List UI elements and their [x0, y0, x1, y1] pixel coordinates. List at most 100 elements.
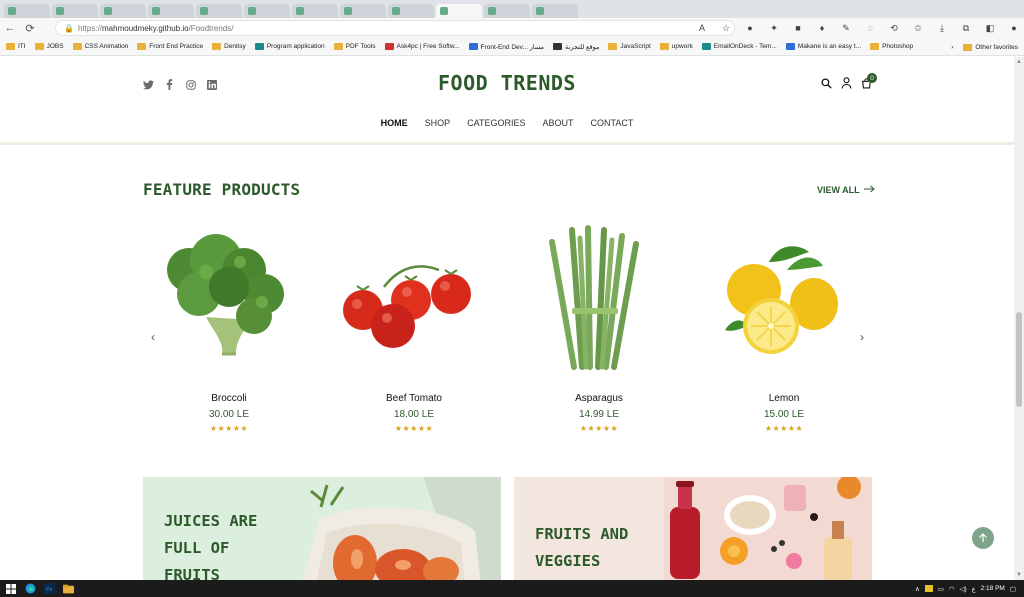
cart-count-badge: 0: [867, 73, 877, 83]
arrow-right-icon: [863, 185, 875, 195]
nav-shop[interactable]: SHOP: [425, 118, 451, 128]
extension-icon[interactable]: ♦: [810, 23, 834, 33]
browser-tab-active[interactable]: [436, 4, 482, 18]
scroll-down-icon[interactable]: ▼: [1016, 572, 1022, 578]
extension-icon[interactable]: ◌: [858, 23, 882, 33]
downloads-icon[interactable]: ⤓: [930, 23, 954, 34]
search-icon[interactable]: [820, 77, 832, 89]
bookmark-label: Front-End Dev... مسار: [480, 43, 545, 51]
wifi-icon[interactable]: ◠: [949, 585, 955, 593]
bookmark-item[interactable]: Front-End Dev... مسار: [468, 43, 545, 51]
photoshop-icon[interactable]: Ps: [41, 580, 57, 597]
bookmark-item[interactable]: Ask4pc | Free Softw...: [384, 43, 460, 50]
read-aloud-icon[interactable]: A: [690, 23, 714, 33]
star-rating: ★★★★★: [394, 424, 434, 433]
bookmark-item[interactable]: موقع للتجربة: [553, 43, 599, 51]
profile-avatar[interactable]: ●: [1002, 23, 1024, 33]
file-explorer-icon[interactable]: [60, 580, 76, 597]
scroll-up-icon[interactable]: ▲: [1016, 59, 1022, 65]
windows-start-icon[interactable]: [3, 580, 19, 597]
browser-tab[interactable]: [532, 4, 578, 18]
bookmark-label: Program application: [266, 43, 325, 50]
other-favorites[interactable]: › Other favorites: [951, 38, 1018, 56]
nav-categories[interactable]: CATEGORIES: [467, 118, 525, 128]
lemon-image: [725, 246, 838, 354]
browser-tab[interactable]: [292, 4, 338, 18]
screenshot-icon[interactable]: ⧉: [954, 23, 978, 34]
extension-icon[interactable]: ●: [738, 23, 762, 33]
product-name: Broccoli: [211, 393, 247, 404]
chevron-right-icon[interactable]: ›: [951, 44, 953, 51]
collections-icon[interactable]: ✩: [906, 23, 930, 34]
scrollbar-thumb[interactable]: [1016, 312, 1022, 407]
browser-tab[interactable]: [388, 4, 434, 18]
extension-icon[interactable]: ⟲: [882, 23, 906, 34]
browser-tab[interactable]: [100, 4, 146, 18]
browser-tab[interactable]: [4, 4, 50, 18]
extension-icon[interactable]: ◧: [978, 23, 1002, 34]
folder-icon: [333, 43, 343, 50]
nav-home[interactable]: HOME: [381, 118, 408, 128]
notification-app-icon[interactable]: [924, 585, 933, 592]
bookmark-label: Makane is an easy t...: [797, 43, 862, 50]
extension-icon[interactable]: ■: [786, 23, 810, 33]
bookmark-item[interactable]: JOBS: [34, 43, 64, 50]
favorite-star-icon[interactable]: ☆: [714, 23, 738, 34]
bookmark-item[interactable]: Front End Practice: [137, 43, 203, 50]
bookmark-item[interactable]: Program application: [254, 43, 325, 50]
chevron-up-icon[interactable]: ∧: [915, 585, 920, 593]
page-scrollbar[interactable]: ▲ ▼: [1014, 57, 1024, 580]
folder-icon: [608, 43, 618, 50]
product-card[interactable]: Asparagus 14.99 LE ★★★★★: [514, 222, 684, 442]
user-icon[interactable]: [840, 77, 852, 89]
reload-icon[interactable]: ⟳: [20, 18, 40, 38]
browser-tab-strip: [0, 0, 1024, 18]
nav-contact[interactable]: CONTACT: [591, 118, 634, 128]
extension-icon[interactable]: ✎: [834, 23, 858, 34]
product-card[interactable]: Broccoli 30.00 LE ★★★★★: [144, 222, 314, 442]
scroll-to-top-button[interactable]: [972, 527, 994, 549]
back-icon[interactable]: ←: [0, 18, 20, 38]
browser-tab[interactable]: [244, 4, 290, 18]
site-icon: [254, 43, 264, 50]
header-actions: 0: [820, 73, 877, 89]
edge-icon[interactable]: [22, 580, 38, 597]
browser-tab[interactable]: [52, 4, 98, 18]
bookmark-item[interactable]: CSS Animation: [72, 43, 128, 50]
product-price: 30.00 LE: [208, 409, 250, 420]
language-icon[interactable]: ع: [972, 585, 976, 593]
cart-icon[interactable]: 0: [860, 73, 877, 89]
svg-text:Ps: Ps: [46, 587, 52, 593]
address-bar[interactable]: 🔒 https://mahmoudmeky.github.io/Foodtren…: [55, 20, 735, 36]
bookmark-label: Dentisy: [224, 43, 246, 50]
clock-time[interactable]: 2:18 PM: [981, 585, 1005, 592]
browser-tab[interactable]: [196, 4, 242, 18]
bookmark-item[interactable]: Dentisy: [212, 43, 246, 50]
volume-icon[interactable]: ◁): [960, 585, 967, 593]
bookmark-item[interactable]: JavaScript: [608, 43, 651, 50]
star-rating: ★★★★★: [209, 424, 249, 433]
promo-banner-juices[interactable]: JUICES ARE FULL OF FRUITS: [143, 477, 501, 580]
product-card[interactable]: Lemon 15.00 LE ★★★★★: [699, 222, 869, 442]
battery-icon[interactable]: ▭: [938, 585, 944, 593]
nav-about[interactable]: ABOUT: [543, 118, 574, 128]
bookmark-item[interactable]: upwork: [659, 43, 693, 50]
extension-icon[interactable]: ✦: [762, 23, 786, 34]
folder-icon: [212, 43, 222, 50]
bookmark-item[interactable]: Photoshop: [870, 43, 913, 50]
browser-tab[interactable]: [148, 4, 194, 18]
view-all-link[interactable]: VIEW ALL: [817, 185, 875, 195]
browser-tab[interactable]: [340, 4, 386, 18]
bookmark-item[interactable]: EmailOnDeck - Tem...: [701, 43, 777, 50]
bookmark-item[interactable]: Makane is an easy t...: [785, 43, 862, 50]
product-card[interactable]: Beef Tomato 18.00 LE ★★★★★: [329, 222, 499, 442]
notifications-icon[interactable]: ▢: [1010, 585, 1016, 593]
browser-tab[interactable]: [484, 4, 530, 18]
bookmark-item[interactable]: PDF Tools: [333, 43, 376, 50]
promo-banner-fruits[interactable]: FRUITS AND VEGGIES: [514, 477, 872, 580]
folder-icon: [137, 43, 147, 50]
bookmark-item[interactable]: ITI: [6, 43, 26, 50]
bookmark-label: PDF Tools: [345, 43, 376, 50]
bookmark-label: upwork: [671, 43, 693, 50]
section-title: FEATURE PRODUCTS: [143, 180, 301, 199]
